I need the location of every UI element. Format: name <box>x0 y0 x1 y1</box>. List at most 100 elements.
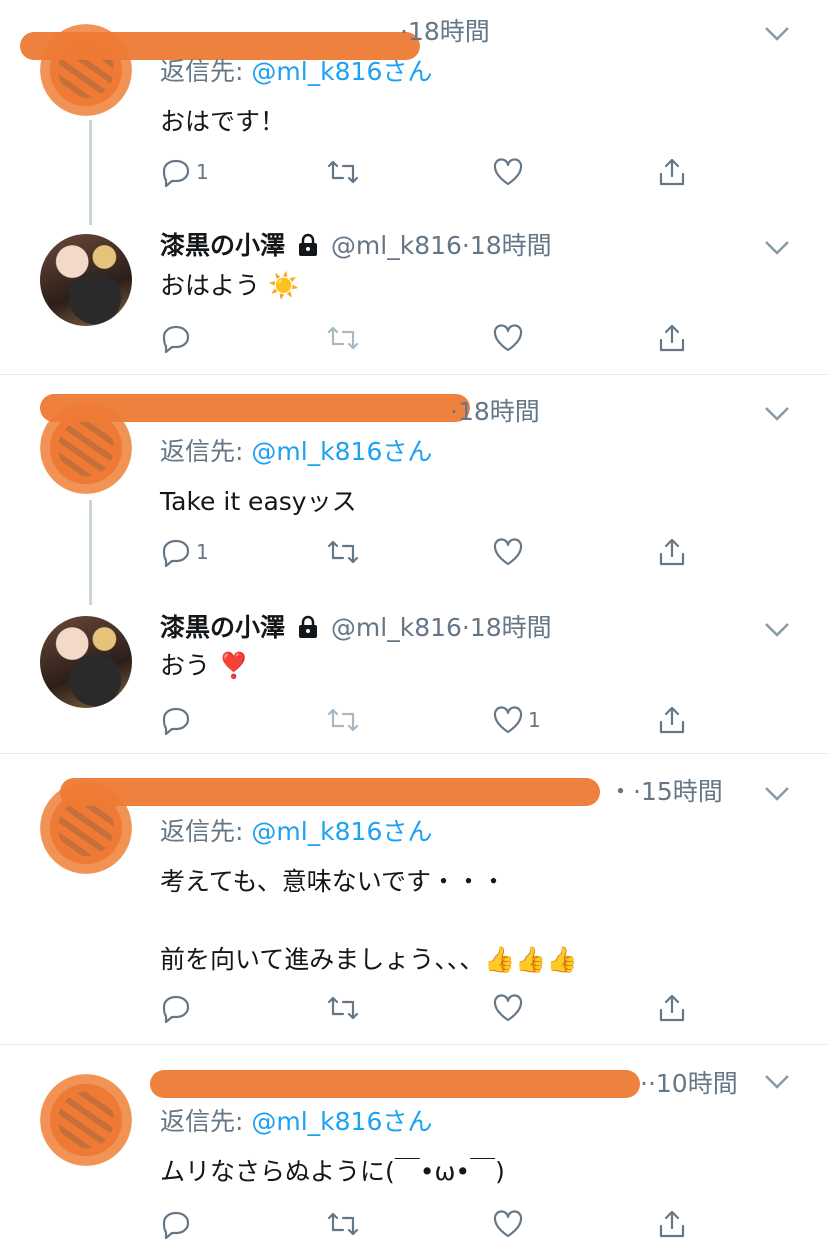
tweet-actions: 1 <box>160 702 700 738</box>
reply-to: 返信先: @ml_k816さん <box>160 434 432 470</box>
like-button[interactable] <box>492 154 528 190</box>
mention-link[interactable]: @ml_k816さん <box>251 817 432 846</box>
share-icon <box>659 538 685 566</box>
like-icon <box>493 538 523 566</box>
reply-to-label: 返信先: <box>160 817 252 846</box>
tweet[interactable]: 漆黒の小澤 @ml_k816·18時間 おう ❣️ 1 <box>0 610 828 750</box>
reply-button[interactable]: 1 <box>160 534 209 570</box>
share-button[interactable] <box>656 534 688 570</box>
share-icon <box>659 324 685 352</box>
reply-button[interactable] <box>160 1206 196 1242</box>
reply-to: 返信先: @ml_k816さん <box>160 1104 432 1140</box>
avatar[interactable] <box>40 616 132 708</box>
separator-dot: · <box>450 397 458 426</box>
tweet-text-line: 前を向いて進みましょう、、、👍👍👍 <box>160 945 578 974</box>
retweet-icon <box>327 160 359 184</box>
reply-button[interactable] <box>160 702 196 738</box>
tweet[interactable]: ··10時間 返信先: @ml_k816さん ムリなさらぬように(￣•ω•￣) <box>0 1066 828 1256</box>
chevron-down-icon[interactable] <box>764 786 790 802</box>
chevron-down-icon[interactable] <box>764 26 790 42</box>
tweet-time[interactable]: 18時間 <box>408 17 490 46</box>
like-button[interactable] <box>492 534 528 570</box>
reply-to-label: 返信先: <box>160 1107 252 1136</box>
separator-dot: ・· <box>608 777 641 806</box>
lock-icon <box>298 233 317 256</box>
separator-dot: · <box>461 231 470 260</box>
user-handle[interactable]: @ml_k816 <box>331 613 462 642</box>
tweet-time[interactable]: 18時間 <box>470 231 552 260</box>
retweet-icon <box>327 326 359 350</box>
avatar[interactable] <box>40 234 132 326</box>
tweet-text: ムリなさらぬように(￣•ω•￣) <box>160 1157 505 1186</box>
tweet-time[interactable]: 10時間 <box>656 1069 738 1098</box>
tweet-actions <box>160 320 700 356</box>
redaction-mark <box>150 1070 640 1098</box>
share-icon <box>659 158 685 186</box>
tweet-text: おう ❣️ <box>160 651 250 680</box>
tweet-divider <box>0 753 828 754</box>
tweet-text: Take it easyッス <box>160 487 357 516</box>
like-icon <box>493 1210 523 1238</box>
separator-dot: · <box>461 613 470 642</box>
display-name[interactable]: 漆黒の小澤 <box>160 613 285 642</box>
tweet-text: おはです！ <box>160 107 286 136</box>
like-icon <box>493 324 523 352</box>
reply-button[interactable]: 1 <box>160 154 209 190</box>
share-icon <box>659 1210 685 1238</box>
share-button[interactable] <box>656 1206 688 1242</box>
retweet-icon <box>327 540 359 564</box>
chevron-down-icon[interactable] <box>764 1074 790 1090</box>
like-button[interactable] <box>492 320 528 356</box>
reply-to-label: 返信先: <box>160 57 252 86</box>
share-button[interactable] <box>656 702 688 738</box>
retweet-button[interactable] <box>326 1206 360 1242</box>
like-button[interactable] <box>492 990 528 1026</box>
reply-button[interactable] <box>160 990 196 1026</box>
display-name[interactable]: 漆黒の小澤 <box>160 231 285 260</box>
user-handle[interactable]: @ml_k816 <box>331 231 462 260</box>
reply-to: 返信先: @ml_k816さん <box>160 54 432 90</box>
tweet-header: ·18時間 <box>450 394 540 430</box>
reply-icon <box>162 707 190 736</box>
tweet-time[interactable]: 15時間 <box>641 777 723 806</box>
tweet-header: 漆黒の小澤 @ml_k816·18時間 <box>160 610 552 646</box>
retweet-icon <box>327 708 359 732</box>
tweet-actions <box>160 990 700 1026</box>
retweet-button[interactable] <box>326 154 360 190</box>
share-button[interactable] <box>656 320 688 356</box>
mention-link[interactable]: @ml_k816さん <box>251 57 432 86</box>
chevron-down-icon[interactable] <box>764 622 790 638</box>
reply-count: 1 <box>196 540 209 564</box>
avatar[interactable] <box>40 1074 132 1166</box>
separator-dot: ·· <box>640 1069 656 1098</box>
separator-dot: · <box>400 17 408 46</box>
tweet[interactable]: ・·15時間 返信先: @ml_k816さん 考えても、意味ないです・・・ 前を… <box>0 774 828 1034</box>
tweet-divider <box>0 1044 828 1045</box>
tweet[interactable]: 漆黒の小澤 @ml_k816·18時間 おはよう ☀️ <box>0 228 828 368</box>
tweet[interactable]: ·18時間 返信先: @ml_k816さん Take it easyッス 1 <box>0 394 828 594</box>
share-button[interactable] <box>656 154 688 190</box>
like-button[interactable]: 1 <box>492 702 541 738</box>
like-button[interactable] <box>492 1206 528 1242</box>
retweet-button[interactable] <box>326 990 360 1026</box>
tweet-time[interactable]: 18時間 <box>458 397 540 426</box>
retweet-icon <box>327 996 359 1020</box>
share-button[interactable] <box>656 990 688 1026</box>
tweet-text-line: 考えても、意味ないです・・・ <box>160 867 507 896</box>
tweet-actions: 1 <box>160 534 700 570</box>
retweet-button[interactable] <box>326 320 360 356</box>
mention-link[interactable]: @ml_k816さん <box>251 1107 432 1136</box>
chevron-down-icon[interactable] <box>764 406 790 422</box>
reply-count: 1 <box>196 160 209 184</box>
tweet-header: ·18時間 <box>400 14 490 50</box>
lock-icon <box>298 615 317 638</box>
tweet-time[interactable]: 18時間 <box>470 613 552 642</box>
share-icon <box>659 994 685 1022</box>
retweet-button[interactable] <box>326 702 360 738</box>
reply-button[interactable] <box>160 320 196 356</box>
retweet-button[interactable] <box>326 534 360 570</box>
mention-link[interactable]: @ml_k816さん <box>251 437 432 466</box>
tweet[interactable]: ·18時間 返信先: @ml_k816さん おはです！ 1 <box>0 14 828 214</box>
chevron-down-icon[interactable] <box>764 240 790 256</box>
like-count: 1 <box>528 708 541 732</box>
